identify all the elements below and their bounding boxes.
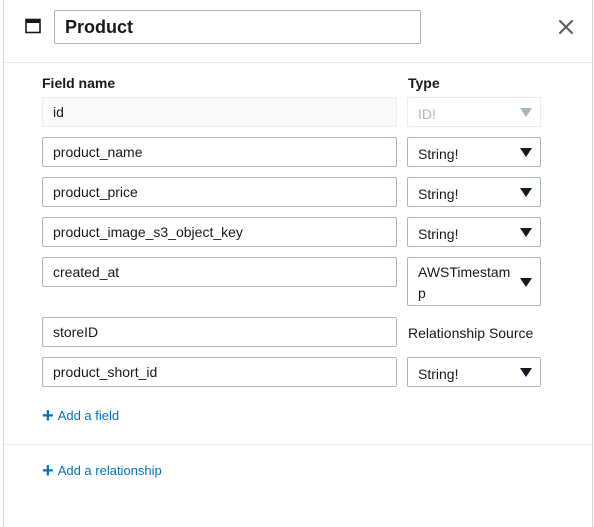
- add-field-label: Add a field: [57, 408, 120, 423]
- chevron-down-icon: [520, 148, 532, 157]
- field-name-input-store-id[interactable]: [42, 317, 397, 347]
- field-name-input-created-at[interactable]: [42, 257, 397, 287]
- close-icon[interactable]: [558, 19, 574, 35]
- field-name-input-product-name[interactable]: [42, 137, 397, 167]
- type-select-created-at[interactable]: AWSTimestamp: [407, 257, 541, 306]
- type-select-value: AWSTimestamp: [418, 264, 511, 301]
- add-relationship-link[interactable]: + Add a relationship: [42, 459, 162, 482]
- type-select-product-price[interactable]: String!: [407, 177, 541, 207]
- chevron-down-icon: [520, 368, 532, 377]
- type-select-value: String!: [418, 366, 459, 382]
- type-select-product-name[interactable]: String!: [407, 137, 541, 167]
- add-relationship-label: Add a relationship: [57, 463, 162, 478]
- type-column-header: Type: [408, 75, 440, 91]
- model-name-input[interactable]: [54, 10, 421, 44]
- type-select-product-short-id[interactable]: String!: [407, 357, 541, 387]
- type-select-id: ID!: [407, 97, 541, 127]
- chevron-down-icon: [520, 278, 532, 287]
- type-select-value: ID!: [418, 106, 436, 122]
- add-field-link[interactable]: + Add a field: [42, 404, 120, 427]
- field-name-input-product-image-key[interactable]: [42, 217, 397, 247]
- type-select-product-image-key[interactable]: String!: [407, 217, 541, 247]
- type-select-value: String!: [418, 146, 459, 162]
- field-name-input-product-short-id[interactable]: [42, 357, 397, 387]
- model-icon: [25, 18, 41, 34]
- type-select-value: String!: [418, 226, 459, 242]
- plus-icon: +: [42, 459, 54, 482]
- field-name-column-header: Field name: [42, 75, 116, 91]
- chevron-down-icon: [520, 228, 532, 237]
- relationship-source-label: Relationship Source: [408, 325, 534, 341]
- type-select-value: String!: [418, 186, 459, 202]
- chevron-down-icon: [520, 188, 532, 197]
- field-name-input-product-price[interactable]: [42, 177, 397, 207]
- field-name-input-id: [42, 97, 397, 127]
- chevron-down-icon: [520, 108, 532, 117]
- plus-icon: +: [42, 404, 54, 427]
